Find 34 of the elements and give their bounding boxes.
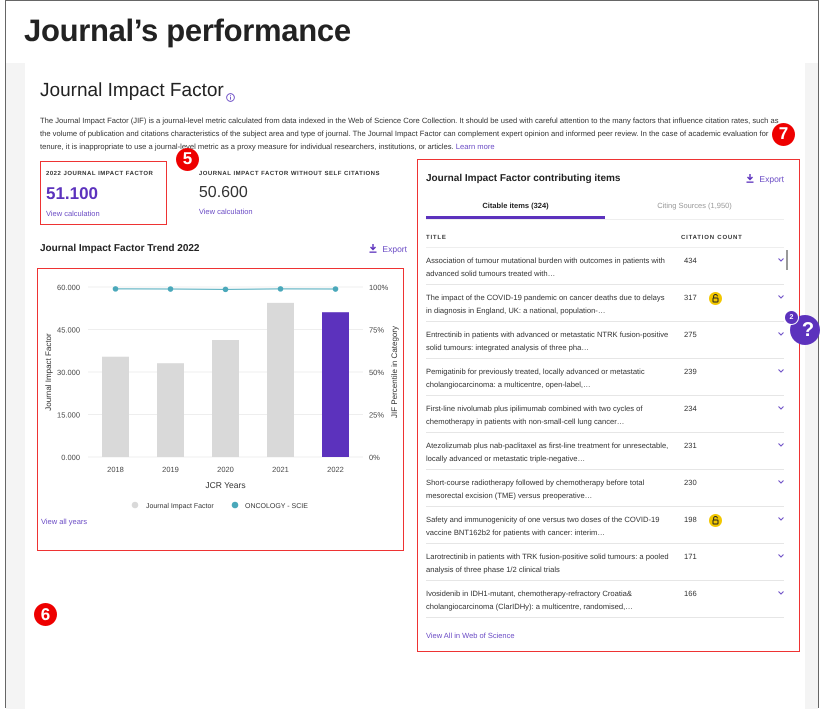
chevron-down-icon[interactable] (778, 332, 784, 336)
chevron-down-icon[interactable] (778, 258, 784, 262)
chevron-down-icon[interactable] (778, 554, 784, 558)
chevron-down-icon[interactable] (778, 480, 784, 484)
scrollbar-thumb[interactable] (786, 250, 788, 270)
chevron-down-icon[interactable] (778, 368, 784, 373)
chevron-down-icon[interactable] (778, 516, 784, 521)
chevron-down-icon[interactable] (778, 590, 784, 595)
axis-title: JCR Years (205, 480, 246, 490)
download-icon (746, 174, 754, 184)
chart-point (332, 286, 338, 292)
panel-title: Journal Impact Factor contributing items (426, 173, 620, 184)
download-icon (369, 244, 378, 254)
axis-title: Journal Impact Factor (44, 332, 53, 410)
chart-point (222, 286, 228, 292)
chart-point (112, 286, 118, 292)
info-icon[interactable] (226, 93, 235, 102)
axis-title: JIF Percentile in Category (390, 326, 399, 418)
chevron-down-icon[interactable] (778, 406, 784, 410)
section-title: Journal Impact Factor (40, 80, 224, 102)
chart-point (168, 286, 174, 292)
export-button[interactable]: Export (369, 244, 407, 254)
page-title: Journal’s performance (24, 13, 352, 50)
callout-marker: 7 (772, 122, 795, 146)
chevron-down-icon[interactable] (778, 442, 784, 447)
chart-title: Journal Impact Factor Trend 2022 (40, 243, 200, 254)
chart-point (278, 286, 284, 292)
metric-value: 51.100 (46, 184, 99, 204)
chevron-down-icon[interactable] (778, 294, 784, 299)
export-button[interactable]: Export (746, 174, 784, 184)
legend-marker (232, 501, 238, 508)
legend-marker (132, 501, 138, 508)
metric-value: 50.600 (198, 184, 249, 202)
callout-marker: 6 (34, 603, 57, 626)
